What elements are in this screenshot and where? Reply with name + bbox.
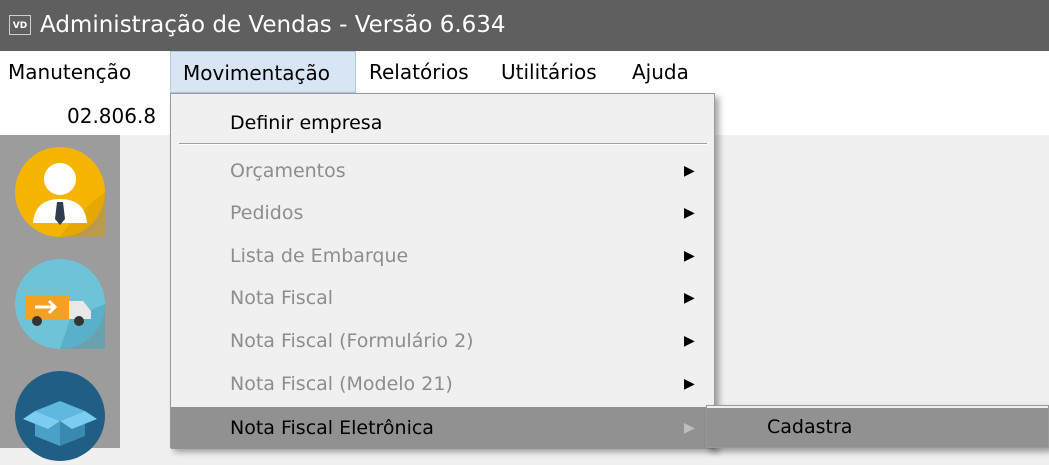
dropdown-item-nota-fiscal[interactable]: Nota Fiscal ▶ <box>171 277 714 319</box>
menu-ajuda[interactable]: Ajuda <box>632 51 689 93</box>
window-title: Administração de Vendas - Versão 6.634 <box>40 12 506 38</box>
menu-manutencao[interactable]: Manutenção <box>8 51 131 93</box>
menu-utilitarios[interactable]: Utilitários <box>501 51 597 93</box>
dropdown-item-nota-fiscal-eletronica[interactable]: Nota Fiscal Eletrônica ▶ <box>171 407 714 449</box>
dropdown-item-lista-de-embarque[interactable]: Lista de Embarque ▶ <box>171 235 714 277</box>
dropdown-separator <box>179 143 707 145</box>
dropdown-item-orcamentos[interactable]: Orçamentos ▶ <box>171 150 714 192</box>
submenu-arrow-icon: ▶ <box>684 290 695 306</box>
app-icon: VD <box>9 15 31 35</box>
movimentacao-dropdown: Definir empresa Orçamentos ▶ Pedidos ▶ L… <box>170 93 715 449</box>
dropdown-item-nota-fiscal-modelo-21[interactable]: Nota Fiscal (Modelo 21) ▶ <box>171 363 714 405</box>
user-icon[interactable] <box>15 147 105 237</box>
dropdown-item-pedidos[interactable]: Pedidos ▶ <box>171 192 714 234</box>
user-icon-glyph <box>33 163 105 237</box>
submenu-arrow-icon: ▶ <box>684 376 695 392</box>
delivery-truck-icon[interactable] <box>15 259 105 349</box>
submenu-arrow-icon: ▶ <box>684 163 695 179</box>
submenu-item-cadastra[interactable]: Cadastra <box>707 408 1048 447</box>
title-bar: VD Administração de Vendas - Versão 6.63… <box>0 0 1049 51</box>
menu-relatorios[interactable]: Relatórios <box>369 51 469 93</box>
submenu-arrow-icon: ▶ <box>684 205 695 221</box>
menu-movimentacao[interactable]: Movimentação <box>170 51 356 93</box>
submenu-arrow-icon: ▶ <box>684 420 695 436</box>
dropdown-item-nota-fiscal-formulario-2[interactable]: Nota Fiscal (Formulário 2) ▶ <box>171 320 714 362</box>
submenu-arrow-icon: ▶ <box>684 333 695 349</box>
company-code: 02.806.8 <box>67 104 157 128</box>
nota-fiscal-eletronica-submenu: Cadastra <box>706 405 1049 448</box>
dropdown-item-definir-empresa[interactable]: Definir empresa <box>171 102 714 144</box>
submenu-arrow-icon: ▶ <box>684 248 695 264</box>
sidebar <box>0 135 120 461</box>
delivery-truck-glyph <box>25 295 105 349</box>
